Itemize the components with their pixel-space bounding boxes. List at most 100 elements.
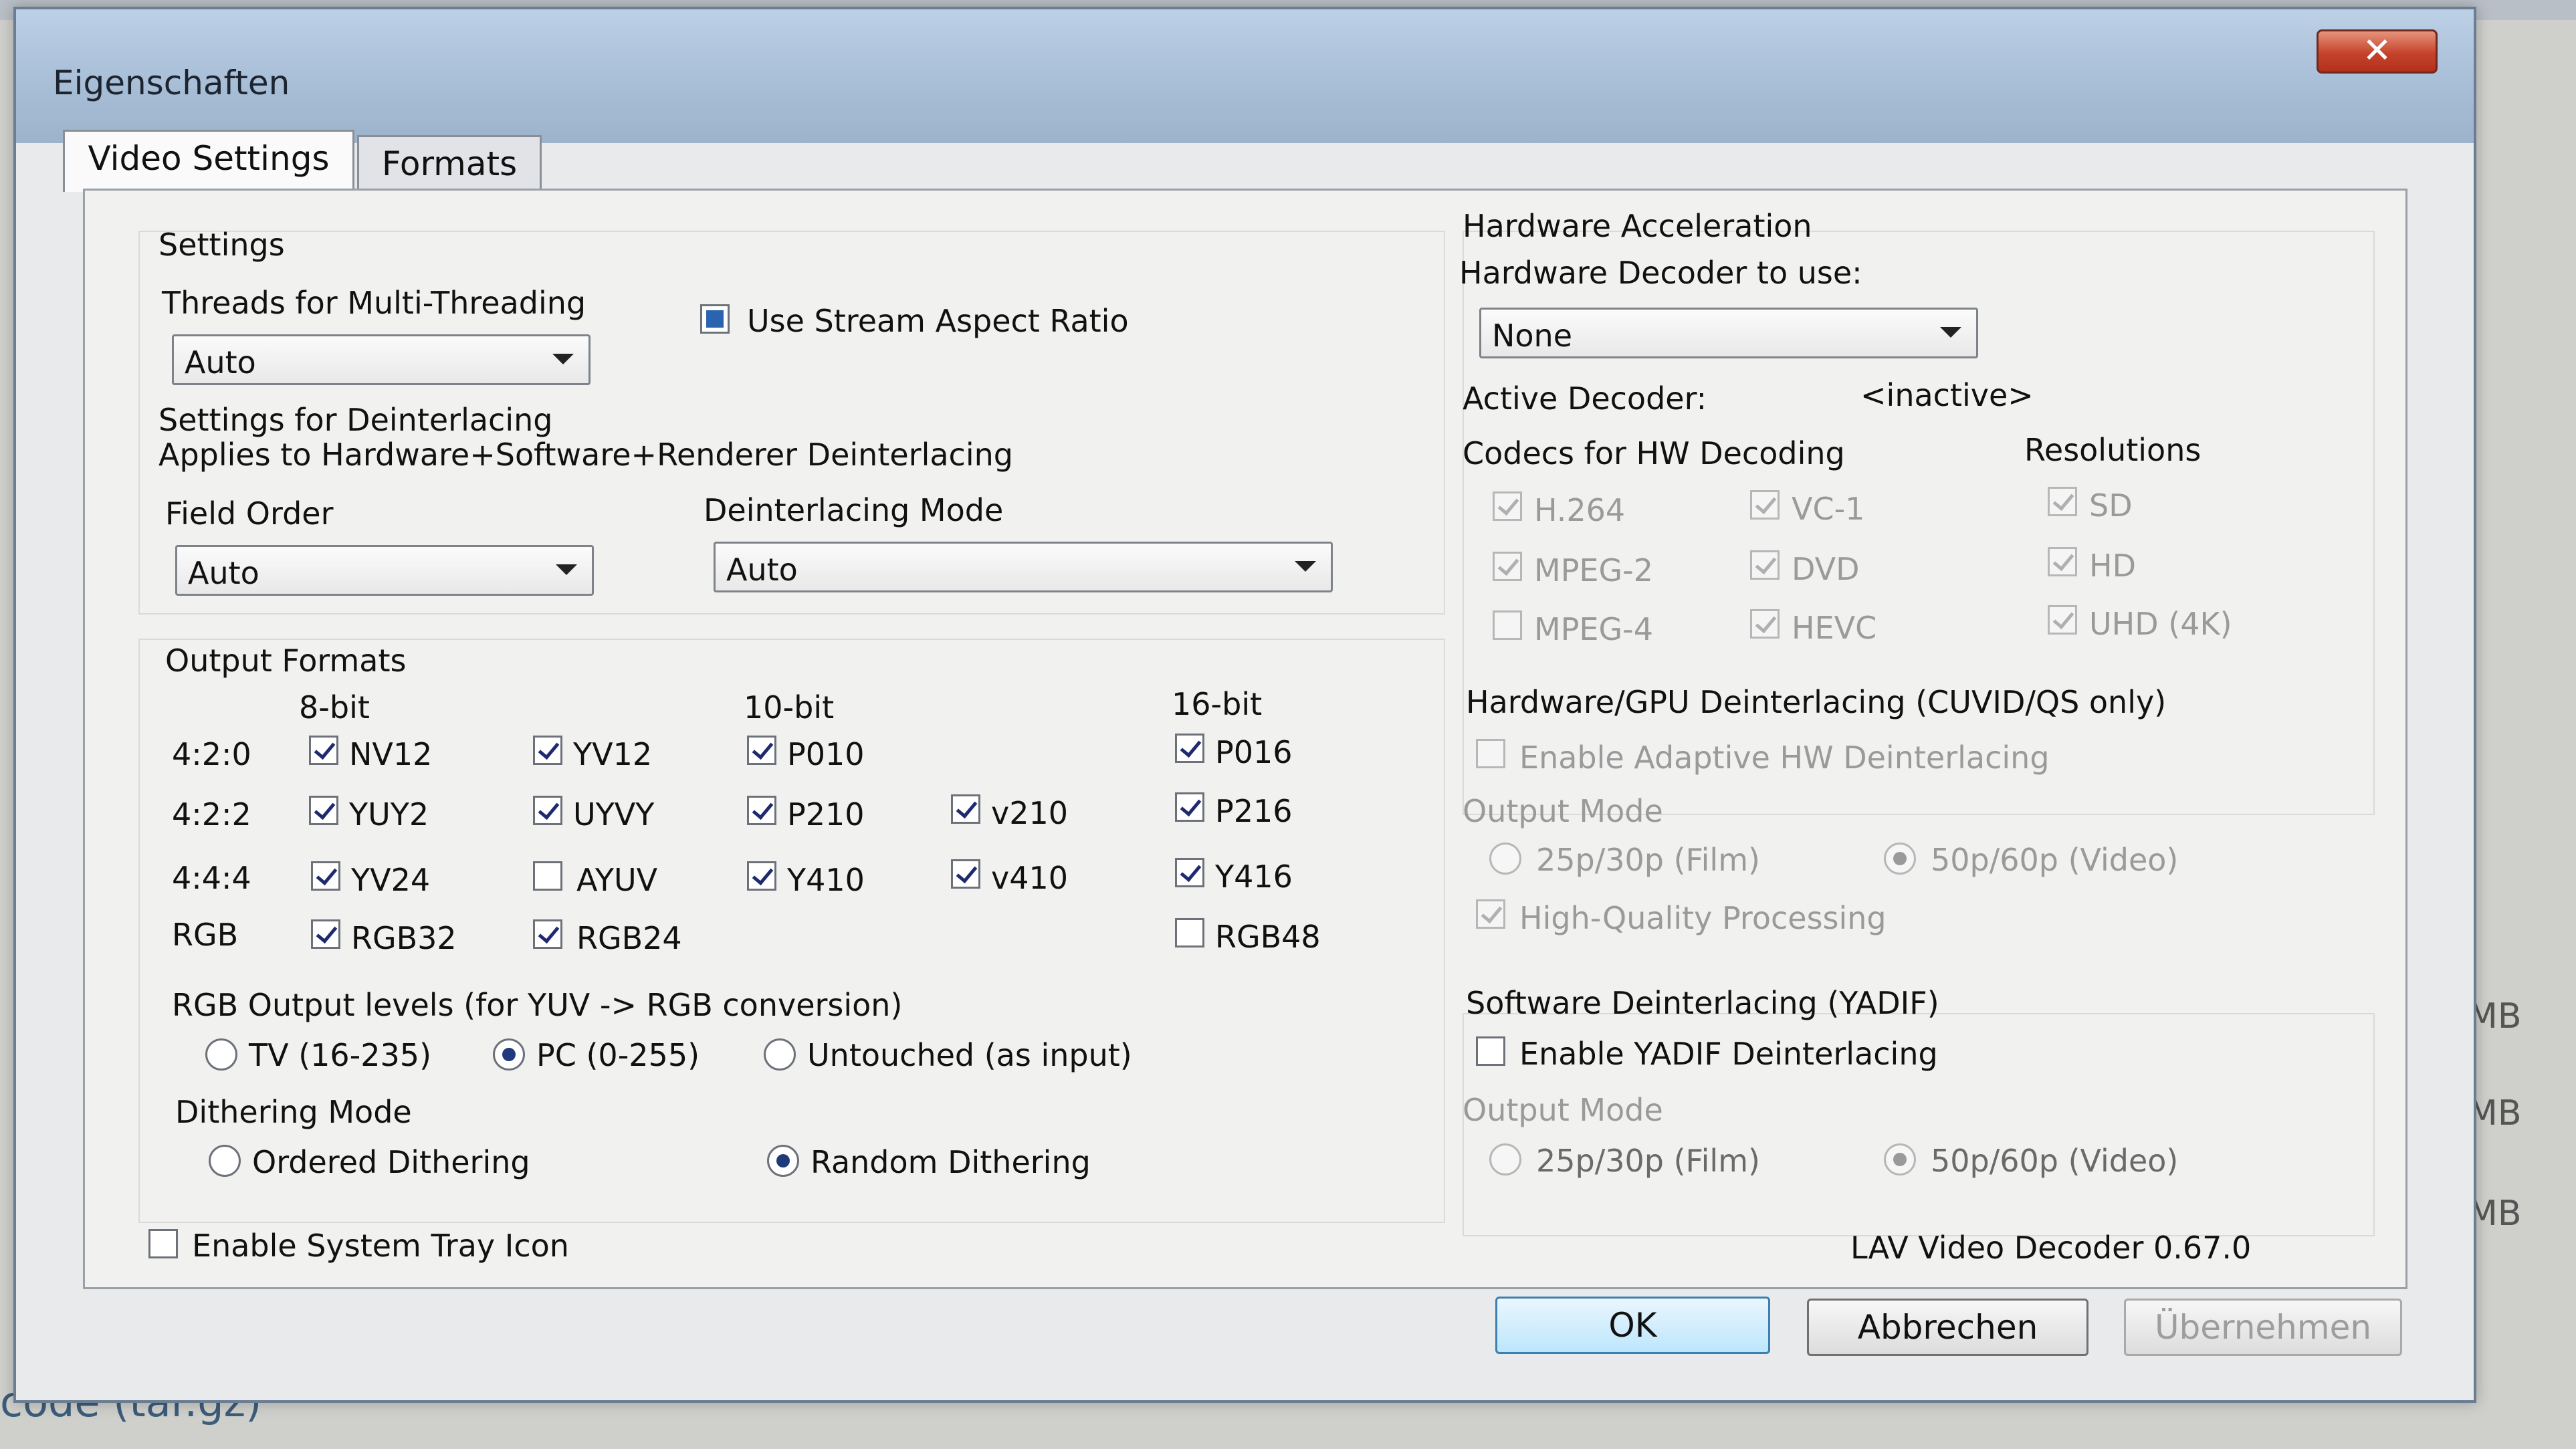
sw-deint-output-mode-label: Output Mode	[1463, 1092, 1663, 1128]
rgb-level-radio-pc[interactable]	[493, 1038, 525, 1071]
hw-deint-radio-video[interactable]	[1884, 843, 1916, 875]
col-header-8bit: 8-bit	[299, 689, 370, 726]
col-header-10bit: 10-bit	[744, 689, 835, 726]
format-label-uyvy: UYVY	[573, 796, 655, 832]
hw-deint-label-video: 50p/60p (Video)	[1931, 842, 2179, 878]
hw-decoder-label: Hardware Decoder to use:	[1459, 255, 1862, 291]
sw-deint-radio-video[interactable]	[1884, 1143, 1916, 1176]
format-checkbox-y410[interactable]	[747, 861, 776, 891]
format-checkbox-nv12[interactable]	[309, 736, 338, 765]
stream-aspect-label: Use Stream Aspect Ratio	[747, 303, 1129, 339]
hw-codec-checkbox-dvd[interactable]	[1750, 550, 1780, 580]
hw-codec-checkbox-vc1[interactable]	[1750, 490, 1780, 520]
format-checkbox-rgb24[interactable]	[533, 919, 562, 949]
format-checkbox-p010[interactable]	[747, 736, 776, 765]
rgb-level-radio-tv[interactable]	[205, 1038, 237, 1071]
tab-video-settings[interactable]: Video Settings	[63, 130, 354, 192]
row-label-444: 4:4:4	[172, 860, 251, 896]
format-checkbox-yv24[interactable]	[311, 861, 340, 891]
format-label-yv24: YV24	[351, 862, 431, 898]
format-label-yuy2: YUY2	[349, 796, 429, 832]
active-decoder-value: <inactive>	[1860, 377, 2034, 413]
hw-codec-label-mpeg4: MPEG-4	[1534, 611, 1654, 647]
format-label-rgb32: RGB32	[351, 920, 457, 956]
tab-formats[interactable]: Formats	[357, 135, 542, 191]
format-checkbox-p216[interactable]	[1175, 792, 1204, 822]
format-checkbox-yuy2[interactable]	[309, 796, 338, 825]
hw-codec-checkbox-hevc[interactable]	[1750, 609, 1780, 639]
tray-icon-checkbox[interactable]	[148, 1229, 178, 1258]
hw-codec-checkbox-mpeg4[interactable]	[1493, 610, 1522, 640]
rgb-levels-label: RGB Output levels (for YUV -> RGB conver…	[172, 987, 903, 1023]
hw-res-checkbox-hd[interactable]	[2048, 547, 2077, 576]
format-checkbox-ayuv[interactable]	[533, 861, 562, 891]
format-checkbox-v210[interactable]	[951, 794, 980, 824]
ok-button[interactable]: OK	[1495, 1297, 1770, 1354]
hw-codec-checkbox-mpeg2[interactable]	[1493, 552, 1522, 581]
rgb-level-label-tv: TV (16-235)	[249, 1037, 432, 1073]
format-checkbox-v410[interactable]	[951, 859, 980, 889]
row-label-420: 4:2:0	[172, 736, 251, 772]
hw-accel-heading: Hardware Acceleration	[1463, 208, 1812, 244]
properties-dialog: Eigenschaften ✕ Video Settings Formats S…	[13, 7, 2476, 1403]
close-button[interactable]: ✕	[2317, 29, 2438, 74]
stream-aspect-checkbox[interactable]	[700, 304, 730, 334]
output-formats-heading: Output Formats	[165, 643, 407, 679]
hw-deint-heading: Hardware/GPU Deinterlacing (CUVID/QS onl…	[1466, 684, 2167, 720]
format-label-yv12: YV12	[573, 736, 653, 772]
field-order-combobox[interactable]: Auto	[175, 545, 594, 596]
hw-deint-hq-checkbox[interactable]	[1476, 899, 1505, 929]
rgb-level-label-pc: PC (0-255)	[536, 1037, 700, 1073]
hw-resolutions-label: Resolutions	[2024, 432, 2202, 468]
hw-deint-enable-checkbox[interactable]	[1476, 739, 1505, 768]
row-label-422: 4:2:2	[172, 796, 251, 832]
format-label-y410: Y410	[787, 862, 865, 898]
format-checkbox-rgb32[interactable]	[311, 919, 340, 949]
sw-deint-enable-checkbox[interactable]	[1476, 1036, 1505, 1066]
dithering-label-random: Random Dithering	[811, 1144, 1091, 1180]
hw-codec-label-dvd: DVD	[1792, 551, 1860, 587]
deint-mode-label: Deinterlacing Mode	[704, 492, 1004, 528]
deint-heading: Settings for Deinterlacing	[158, 402, 553, 438]
apply-button[interactable]: Übernehmen	[2124, 1299, 2402, 1356]
threads-label: Threads for Multi-Threading	[162, 285, 586, 321]
cancel-button[interactable]: Abbrechen	[1807, 1299, 2088, 1356]
hw-decoder-combobox[interactable]: None	[1479, 308, 1978, 358]
rgb-level-radio-untouched[interactable]	[764, 1038, 796, 1071]
deint-mode-combobox[interactable]: Auto	[714, 542, 1333, 592]
col-header-16bit: 16-bit	[1172, 686, 1263, 722]
dithering-radio-ordered[interactable]	[209, 1145, 241, 1177]
format-checkbox-y416[interactable]	[1175, 858, 1204, 887]
hw-deint-hq-label: High-Quality Processing	[1519, 900, 1887, 936]
tray-icon-label: Enable System Tray Icon	[192, 1228, 569, 1264]
format-label-rgb48: RGB48	[1215, 919, 1321, 955]
sw-deint-label-film: 25p/30p (Film)	[1536, 1143, 1760, 1179]
dithering-radio-random[interactable]	[767, 1145, 799, 1177]
hw-res-checkbox-uhd[interactable]	[2048, 605, 2077, 635]
dialog-titlebar[interactable]	[16, 9, 2474, 143]
dithering-label-ordered: Ordered Dithering	[252, 1144, 530, 1180]
format-label-p210: P210	[787, 796, 865, 832]
format-checkbox-p016[interactable]	[1175, 734, 1204, 763]
hw-codec-label-hevc: HEVC	[1792, 610, 1877, 646]
chevron-down-icon	[1295, 561, 1316, 572]
sw-deint-radio-film[interactable]	[1489, 1143, 1521, 1176]
hw-res-label-sd: SD	[2089, 487, 2133, 524]
format-checkbox-rgb48[interactable]	[1175, 918, 1204, 948]
hw-deint-radio-film[interactable]	[1489, 843, 1521, 875]
version-label: LAV Video Decoder 0.67.0	[1850, 1230, 2252, 1266]
hw-codec-checkbox-h264[interactable]	[1493, 491, 1522, 521]
hw-res-checkbox-sd[interactable]	[2048, 487, 2077, 516]
format-label-p016: P016	[1215, 734, 1293, 770]
format-checkbox-yv12[interactable]	[533, 736, 562, 765]
rgb-level-label-untouched: Untouched (as input)	[807, 1037, 1132, 1073]
format-checkbox-p210[interactable]	[747, 796, 776, 825]
sw-deint-enable-label: Enable YADIF Deinterlacing	[1519, 1036, 1938, 1072]
format-label-rgb24: RGB24	[576, 920, 682, 956]
hw-codec-label-h264: H.264	[1534, 492, 1626, 528]
row-label-rgb: RGB	[172, 917, 239, 953]
hw-res-label-hd: HD	[2089, 548, 2137, 584]
format-checkbox-uyvy[interactable]	[533, 796, 562, 825]
threads-combobox[interactable]: Auto	[172, 334, 591, 385]
hw-codec-label-vc1: VC-1	[1792, 491, 1865, 527]
